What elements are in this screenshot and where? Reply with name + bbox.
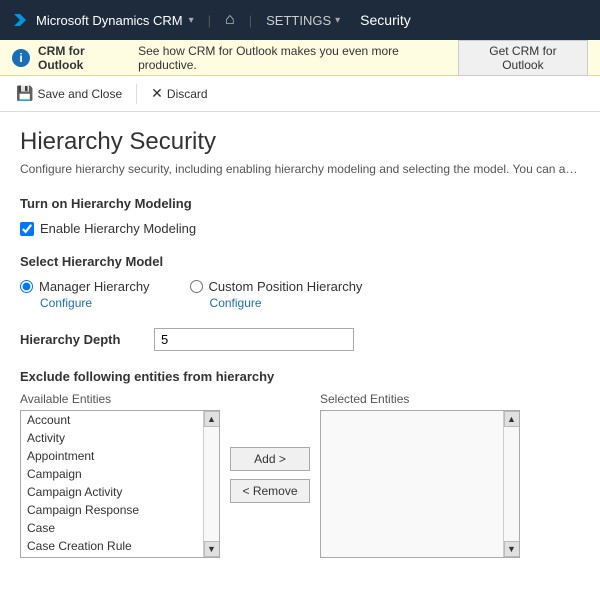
selected-scroll-up[interactable]: ▲ xyxy=(504,411,520,427)
main-content: Hierarchy Security Configure hierarchy s… xyxy=(0,112,600,592)
manager-hierarchy-row: Manager Hierarchy xyxy=(20,279,150,294)
available-entities-container: Available Entities AccountActivityAppoin… xyxy=(20,392,220,558)
list-item[interactable]: Activity xyxy=(21,429,203,447)
manager-hierarchy-radio[interactable] xyxy=(20,280,33,293)
list-item[interactable]: Case xyxy=(21,519,203,537)
custom-hierarchy-label: Custom Position Hierarchy xyxy=(209,279,363,294)
custom-configure-link[interactable]: Configure xyxy=(210,296,363,310)
nav-logo[interactable]: Microsoft Dynamics CRM ▾ xyxy=(10,10,194,30)
toolbar-separator xyxy=(136,84,137,104)
selected-entities-label: Selected Entities xyxy=(320,392,520,406)
nav-divider-1: | xyxy=(208,13,211,28)
available-entities-list: AccountActivityAppointmentCampaignCampai… xyxy=(21,411,203,558)
manager-configure-link[interactable]: Configure xyxy=(40,296,150,310)
save-close-button[interactable]: 💾 Save and Close xyxy=(8,81,130,106)
list-item[interactable]: Account xyxy=(21,411,203,429)
hierarchy-model-radio-group: Manager Hierarchy Configure Custom Posit… xyxy=(20,279,580,310)
remove-button[interactable]: < Remove xyxy=(230,479,310,503)
list-item[interactable]: Campaign xyxy=(21,465,203,483)
hierarchy-depth-input[interactable] xyxy=(154,328,354,351)
nav-settings-label: SETTINGS xyxy=(266,13,331,28)
available-scroll-up[interactable]: ▲ xyxy=(204,411,220,427)
custom-hierarchy-option: Custom Position Hierarchy Configure xyxy=(190,279,363,310)
selected-scrollbar[interactable]: ▲ ▼ xyxy=(503,411,519,557)
hierarchy-depth-label: Hierarchy Depth xyxy=(20,332,140,347)
home-icon[interactable]: ⌂ xyxy=(225,11,235,29)
enable-hierarchy-modeling-row: Enable Hierarchy Modeling xyxy=(20,221,580,236)
available-scroll-down[interactable]: ▼ xyxy=(204,541,220,557)
nav-security-label: Security xyxy=(360,12,411,28)
save-close-label: Save and Close xyxy=(37,87,122,101)
enable-hierarchy-checkbox[interactable] xyxy=(20,222,34,236)
crm-banner-text: See how CRM for Outlook makes you even m… xyxy=(138,44,450,72)
custom-hierarchy-radio[interactable] xyxy=(190,280,203,293)
manager-hierarchy-label: Manager Hierarchy xyxy=(39,279,150,294)
exclude-entities-title: Exclude following entities from hierarch… xyxy=(20,369,580,384)
ms-dynamics-logo-icon xyxy=(10,10,30,30)
nav-logo-chevron[interactable]: ▾ xyxy=(189,15,194,26)
custom-hierarchy-row: Custom Position Hierarchy xyxy=(190,279,363,294)
crm-banner: i CRM for Outlook See how CRM for Outloo… xyxy=(0,40,600,76)
selected-scroll-down[interactable]: ▼ xyxy=(504,541,520,557)
list-item[interactable]: Campaign Response xyxy=(21,501,203,519)
available-scroll-track xyxy=(204,427,219,541)
hierarchy-modeling-section: Turn on Hierarchy Modeling Enable Hierar… xyxy=(20,196,580,236)
selected-entities-listbox[interactable]: ▲ ▼ xyxy=(320,410,520,558)
add-button[interactable]: Add > xyxy=(230,447,310,471)
nav-settings[interactable]: SETTINGS ▾ xyxy=(266,13,340,28)
toolbar: 💾 Save and Close ✕ Discard xyxy=(0,76,600,112)
hierarchy-model-section: Select Hierarchy Model Manager Hierarchy… xyxy=(20,254,580,310)
list-item[interactable]: Campaign Activity xyxy=(21,483,203,501)
discard-icon: ✕ xyxy=(151,85,163,102)
selected-entities-container: Selected Entities ▲ ▼ xyxy=(320,392,520,558)
info-icon: i xyxy=(12,49,30,67)
hierarchy-modeling-title: Turn on Hierarchy Modeling xyxy=(20,196,580,211)
list-item[interactable]: Case Creation Rule xyxy=(21,537,203,555)
selected-scroll-track xyxy=(504,427,519,541)
entity-actions: Add > < Remove xyxy=(230,447,310,503)
nav-logo-text: Microsoft Dynamics CRM xyxy=(36,13,183,28)
enable-hierarchy-label[interactable]: Enable Hierarchy Modeling xyxy=(40,221,196,236)
save-close-icon: 💾 xyxy=(16,85,33,102)
list-item[interactable]: Appointment xyxy=(21,447,203,465)
available-entities-label: Available Entities xyxy=(20,392,220,406)
discard-button[interactable]: ✕ Discard xyxy=(143,81,215,106)
manager-hierarchy-option: Manager Hierarchy Configure xyxy=(20,279,150,310)
hierarchy-depth-row: Hierarchy Depth xyxy=(20,328,580,351)
page-title: Hierarchy Security xyxy=(20,128,580,156)
available-scrollbar[interactable]: ▲ ▼ xyxy=(203,411,219,557)
hierarchy-model-title: Select Hierarchy Model xyxy=(20,254,580,269)
page-description: Configure hierarchy security, including … xyxy=(20,162,580,176)
crm-banner-product: CRM for Outlook xyxy=(38,44,130,72)
nav-settings-chevron: ▾ xyxy=(335,15,340,26)
list-item[interactable]: Case Resolution xyxy=(21,555,203,558)
entities-layout: Available Entities AccountActivityAppoin… xyxy=(20,392,580,558)
nav-divider-2: | xyxy=(249,13,252,28)
discard-label: Discard xyxy=(167,87,208,101)
exclude-entities-section: Exclude following entities from hierarch… xyxy=(20,369,580,558)
get-crm-outlook-button[interactable]: Get CRM for Outlook xyxy=(458,40,588,76)
available-entities-listbox[interactable]: AccountActivityAppointmentCampaignCampai… xyxy=(20,410,220,558)
nav-bar: Microsoft Dynamics CRM ▾ | ⌂ | SETTINGS … xyxy=(0,0,600,40)
